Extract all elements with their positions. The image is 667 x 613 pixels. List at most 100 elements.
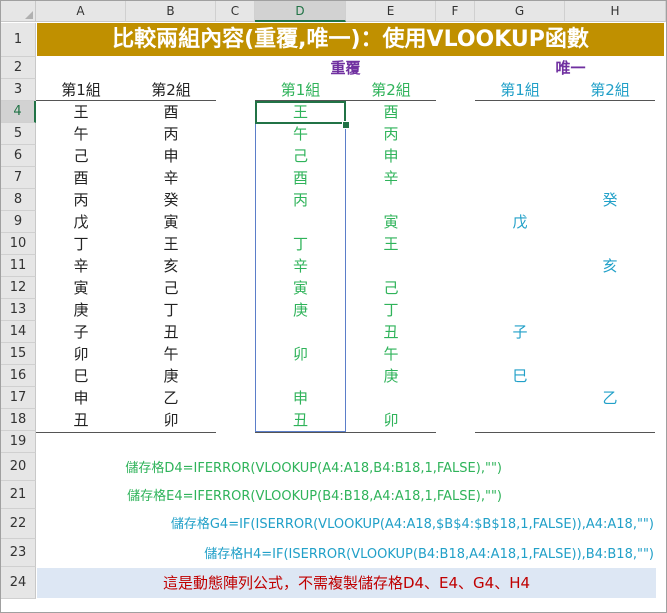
row-header-19[interactable]: 19 [1, 431, 36, 453]
cell-b12[interactable]: 己 [126, 277, 216, 299]
cell-g8[interactable] [475, 189, 565, 211]
cell-h10[interactable] [565, 233, 655, 255]
cell-g12[interactable] [475, 277, 565, 299]
cell-g10[interactable] [475, 233, 565, 255]
cell-h6[interactable] [565, 145, 655, 167]
cell-e4[interactable]: 酉 [346, 101, 436, 123]
column-header-g[interactable]: G [475, 1, 565, 22]
cell-g16[interactable]: 巳 [475, 365, 565, 387]
column-header-a[interactable]: A [36, 1, 126, 22]
cell-e8[interactable] [346, 189, 436, 211]
cell-e12[interactable]: 己 [346, 277, 436, 299]
row-header-5[interactable]: 5 [1, 123, 36, 145]
cell-h11[interactable]: 亥 [565, 255, 655, 277]
cell-g6[interactable] [475, 145, 565, 167]
cell-a17[interactable]: 申 [36, 387, 126, 409]
row-header-13[interactable]: 13 [1, 299, 36, 321]
column-header-e[interactable]: E [346, 1, 436, 22]
cell-g14[interactable]: 子 [475, 321, 565, 343]
row-header-11[interactable]: 11 [1, 255, 36, 277]
cell-e11[interactable] [346, 255, 436, 277]
cell-e14[interactable]: 丑 [346, 321, 436, 343]
column-header-c[interactable]: C [216, 1, 255, 22]
cell-b13[interactable]: 丁 [126, 299, 216, 321]
cell-g11[interactable] [475, 255, 565, 277]
cell-b17[interactable]: 乙 [126, 387, 216, 409]
cell-h14[interactable] [565, 321, 655, 343]
cell-e9[interactable]: 寅 [346, 211, 436, 233]
cell-a8[interactable]: 丙 [36, 189, 126, 211]
row-header-7[interactable]: 7 [1, 167, 36, 189]
cell-h13[interactable] [565, 299, 655, 321]
cell-h7[interactable] [565, 167, 655, 189]
cell-h16[interactable] [565, 365, 655, 387]
cell-b18[interactable]: 卯 [126, 409, 216, 431]
fill-handle[interactable] [342, 121, 350, 129]
cell-a10[interactable]: 丁 [36, 233, 126, 255]
row-header-8[interactable]: 8 [1, 189, 36, 211]
row-header-24[interactable]: 24 [1, 567, 36, 599]
cell-b14[interactable]: 丑 [126, 321, 216, 343]
cell-b15[interactable]: 午 [126, 343, 216, 365]
row-header-17[interactable]: 17 [1, 387, 36, 409]
cell-g7[interactable] [475, 167, 565, 189]
cell-h15[interactable] [565, 343, 655, 365]
row-header-22[interactable]: 22 [1, 509, 36, 539]
cell-h12[interactable] [565, 277, 655, 299]
cell-b16[interactable]: 庚 [126, 365, 216, 387]
cell-e6[interactable]: 申 [346, 145, 436, 167]
cell-b7[interactable]: 辛 [126, 167, 216, 189]
cell-a6[interactable]: 己 [36, 145, 126, 167]
cell-b9[interactable]: 寅 [126, 211, 216, 233]
row-header-6[interactable]: 6 [1, 145, 36, 167]
select-all-button[interactable] [1, 1, 36, 22]
row-header-15[interactable]: 15 [1, 343, 36, 365]
cell-e17[interactable] [346, 387, 436, 409]
cell-e10[interactable]: 王 [346, 233, 436, 255]
cell-g13[interactable] [475, 299, 565, 321]
row-header-21[interactable]: 21 [1, 481, 36, 509]
cell-h4[interactable] [565, 101, 655, 123]
cell-b8[interactable]: 癸 [126, 189, 216, 211]
column-header-f[interactable]: F [436, 1, 475, 22]
row-header-2[interactable]: 2 [1, 57, 36, 79]
column-header-h[interactable]: H [565, 1, 666, 22]
cell-a15[interactable]: 卯 [36, 343, 126, 365]
cell-a14[interactable]: 子 [36, 321, 126, 343]
cell-a9[interactable]: 戊 [36, 211, 126, 233]
column-header-d[interactable]: D [255, 1, 346, 22]
row-header-18[interactable]: 18 [1, 409, 36, 431]
cell-e7[interactable]: 辛 [346, 167, 436, 189]
row-header-4[interactable]: 4 [1, 101, 36, 123]
cell-e13[interactable]: 丁 [346, 299, 436, 321]
row-header-23[interactable]: 23 [1, 539, 36, 567]
cell-a12[interactable]: 寅 [36, 277, 126, 299]
cell-g18[interactable] [475, 409, 565, 431]
active-cell-d4[interactable] [255, 101, 346, 124]
cell-b11[interactable]: 亥 [126, 255, 216, 277]
row-header-10[interactable]: 10 [1, 233, 36, 255]
cell-a16[interactable]: 巳 [36, 365, 126, 387]
cell-g17[interactable] [475, 387, 565, 409]
cell-h5[interactable] [565, 123, 655, 145]
cell-b6[interactable]: 申 [126, 145, 216, 167]
cell-a18[interactable]: 丑 [36, 409, 126, 431]
column-header-b[interactable]: B [126, 1, 216, 22]
cell-h17[interactable]: 乙 [565, 387, 655, 409]
cell-a11[interactable]: 辛 [36, 255, 126, 277]
cell-e16[interactable]: 庚 [346, 365, 436, 387]
cell-h8[interactable]: 癸 [565, 189, 655, 211]
cell-b10[interactable]: 王 [126, 233, 216, 255]
cell-g9[interactable]: 戊 [475, 211, 565, 233]
row-header-20[interactable]: 20 [1, 453, 36, 481]
row-header-3[interactable]: 3 [1, 79, 36, 101]
row-header-12[interactable]: 12 [1, 277, 36, 299]
row-header-16[interactable]: 16 [1, 365, 36, 387]
cell-b4[interactable]: 酉 [126, 101, 216, 123]
cell-h18[interactable] [565, 409, 655, 431]
cell-e15[interactable]: 午 [346, 343, 436, 365]
cell-a4[interactable]: 王 [36, 101, 126, 123]
cell-e5[interactable]: 丙 [346, 123, 436, 145]
row-header-14[interactable]: 14 [1, 321, 36, 343]
cell-g5[interactable] [475, 123, 565, 145]
